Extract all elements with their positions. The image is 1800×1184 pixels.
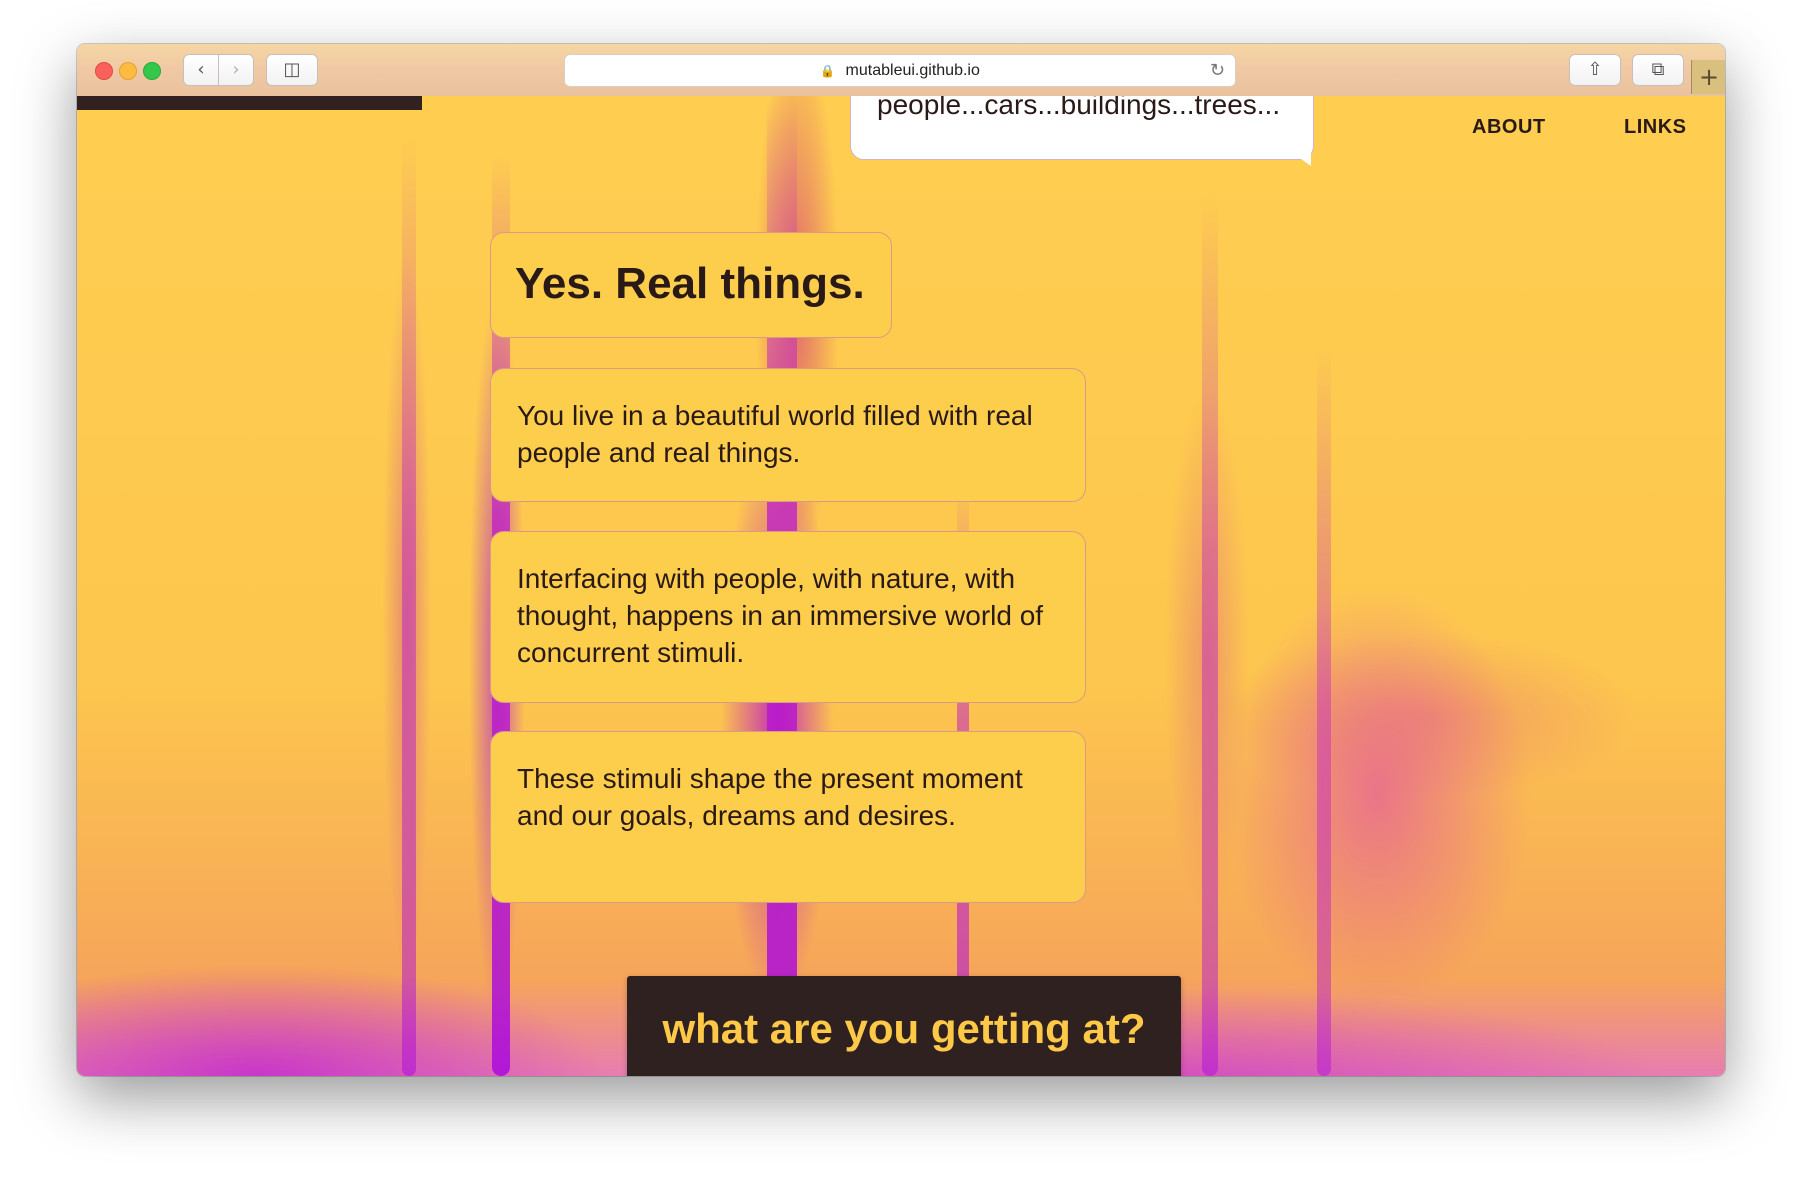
lock-icon: 🔒 bbox=[820, 64, 836, 78]
progress-bar bbox=[77, 96, 422, 110]
title-card: Yes. Real things. bbox=[490, 232, 892, 338]
forward-button[interactable]: › bbox=[218, 54, 254, 86]
chevron-left-icon: ‹ bbox=[197, 59, 205, 80]
message-card-text: These stimuli shape the present moment a… bbox=[517, 763, 1023, 831]
continue-button[interactable]: what are you getting at? bbox=[627, 976, 1181, 1076]
nav-links-link[interactable]: LINKS bbox=[1624, 116, 1687, 139]
nav-about-link[interactable]: ABOUT bbox=[1472, 116, 1546, 139]
sidebar-icon: ◫ bbox=[283, 59, 301, 80]
background-tree-trunk bbox=[1317, 346, 1331, 1076]
message-card-text: Interfacing with people, with nature, wi… bbox=[517, 563, 1044, 668]
chevron-right-icon: › bbox=[232, 59, 240, 80]
tabs-icon: ⧉ bbox=[1651, 59, 1665, 80]
browser-window: ‹ › ◫ 🔒 mutableui.github.io ↻ ⇧ ⧉ + peop… bbox=[77, 44, 1725, 1076]
zoom-window-button[interactable] bbox=[143, 62, 161, 80]
speech-bubble-text: people...cars...buildings...trees... bbox=[877, 96, 1281, 120]
message-card: These stimuli shape the present moment a… bbox=[490, 731, 1086, 903]
share-button[interactable]: ⇧ bbox=[1569, 54, 1621, 86]
address-bar[interactable]: 🔒 mutableui.github.io ↻ bbox=[564, 54, 1236, 87]
close-window-button[interactable] bbox=[95, 62, 113, 80]
background-tree-trunk bbox=[402, 136, 416, 1076]
back-button[interactable]: ‹ bbox=[183, 54, 219, 86]
reload-icon[interactable]: ↻ bbox=[1210, 55, 1225, 86]
speech-bubble: people...cars...buildings...trees... bbox=[850, 96, 1314, 160]
browser-toolbar: ‹ › ◫ 🔒 mutableui.github.io ↻ ⇧ ⧉ + bbox=[77, 44, 1725, 97]
show-tabs-button[interactable]: ⧉ bbox=[1632, 54, 1684, 86]
speech-bubble-tail bbox=[1291, 152, 1311, 166]
page-content: people...cars...buildings...trees... ABO… bbox=[77, 96, 1725, 1076]
message-card-text: You live in a beautiful world filled wit… bbox=[517, 400, 1033, 468]
minimize-window-button[interactable] bbox=[119, 62, 137, 80]
sidebar-button[interactable]: ◫ bbox=[266, 54, 318, 86]
message-card: Interfacing with people, with nature, wi… bbox=[490, 531, 1086, 703]
url-text: mutableui.github.io bbox=[845, 62, 980, 79]
message-card: You live in a beautiful world filled wit… bbox=[490, 368, 1086, 502]
title-card-text: Yes. Real things. bbox=[515, 259, 865, 308]
new-tab-button[interactable]: + bbox=[1691, 60, 1725, 94]
background-tree-trunk bbox=[1202, 196, 1218, 1076]
share-icon: ⇧ bbox=[1587, 59, 1603, 80]
plus-icon: + bbox=[1698, 63, 1720, 91]
